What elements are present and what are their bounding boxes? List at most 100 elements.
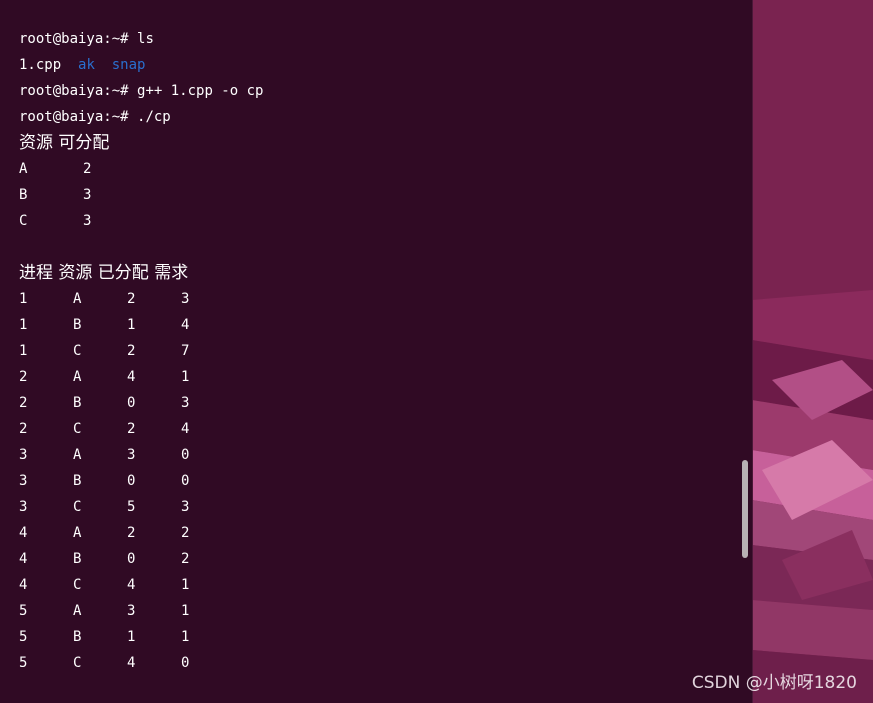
process-allocated: 1 bbox=[127, 317, 136, 333]
process-resource: A bbox=[73, 603, 82, 619]
process-row: 1 B 1 4 bbox=[19, 312, 732, 338]
resource-row: C3 bbox=[19, 208, 732, 234]
process-row: 1 C 2 7 bbox=[19, 338, 732, 364]
process-resource: B bbox=[73, 629, 82, 645]
process-allocated: 0 bbox=[127, 551, 136, 567]
terminal-bottom-edge bbox=[0, 697, 752, 703]
resource-list: A2B3C3 bbox=[19, 156, 732, 234]
wallpaper-art bbox=[752, 0, 873, 703]
prompt: root@baiya:~# bbox=[19, 83, 129, 99]
file-entry: 1.cpp bbox=[19, 57, 62, 73]
process-allocated: 3 bbox=[127, 603, 136, 619]
terminal-window[interactable]: root@baiya:~# ls 1.cpp ak snap root@baiy… bbox=[0, 0, 753, 703]
process-id: 2 bbox=[19, 421, 28, 437]
process-row: 4 C 4 1 bbox=[19, 572, 732, 598]
command-line: root@baiya:~# ls bbox=[19, 26, 732, 52]
process-need: 0 bbox=[181, 447, 190, 463]
process-row: 3 C 5 3 bbox=[19, 494, 732, 520]
process-allocated: 3 bbox=[127, 447, 136, 463]
process-allocated: 4 bbox=[127, 655, 136, 671]
process-need: 3 bbox=[181, 395, 190, 411]
process-resource: C bbox=[73, 655, 82, 671]
process-id: 1 bbox=[19, 317, 28, 333]
process-need: 1 bbox=[181, 629, 190, 645]
process-id: 3 bbox=[19, 499, 28, 515]
watermark: CSDN @小树呀1820 bbox=[691, 673, 857, 693]
resource-header: 资源 可分配 bbox=[19, 133, 110, 153]
process-allocated: 0 bbox=[127, 473, 136, 489]
process-resource: A bbox=[73, 525, 82, 541]
process-resource: C bbox=[73, 499, 82, 515]
process-id: 5 bbox=[19, 629, 28, 645]
process-allocated: 5 bbox=[127, 499, 136, 515]
process-row: 2 C 2 4 bbox=[19, 416, 732, 442]
process-row: 2 B 0 3 bbox=[19, 390, 732, 416]
prompt: root@baiya:~# bbox=[19, 31, 129, 47]
resource-row: B3 bbox=[19, 182, 732, 208]
process-id: 2 bbox=[19, 369, 28, 385]
resource-name: C bbox=[19, 213, 28, 229]
process-id: 3 bbox=[19, 473, 28, 489]
process-table: 1A231B141C272A412B032C243A303B003C534A22… bbox=[19, 286, 732, 676]
directory-entry: snap bbox=[111, 57, 146, 73]
process-id: 3 bbox=[19, 447, 28, 463]
process-resource: A bbox=[73, 291, 82, 307]
process-need: 3 bbox=[181, 291, 190, 307]
process-need: 0 bbox=[181, 473, 190, 489]
command-line: root@baiya:~# ./cp bbox=[19, 104, 732, 130]
process-allocated: 4 bbox=[127, 369, 136, 385]
process-row: 5 C 4 0 bbox=[19, 650, 732, 676]
process-need: 4 bbox=[181, 421, 190, 437]
process-id: 1 bbox=[19, 343, 28, 359]
process-id: 1 bbox=[19, 291, 28, 307]
resource-name: A bbox=[19, 161, 28, 177]
process-resource: C bbox=[73, 343, 82, 359]
process-row: 3 B 0 0 bbox=[19, 468, 732, 494]
process-need: 2 bbox=[181, 525, 190, 541]
terminal-output: root@baiya:~# ls 1.cpp ak snap root@baiy… bbox=[19, 26, 732, 676]
resource-available: 2 bbox=[83, 161, 92, 177]
process-allocated: 4 bbox=[127, 577, 136, 593]
process-id: 4 bbox=[19, 577, 28, 593]
process-row: 2 A 4 1 bbox=[19, 364, 732, 390]
process-need: 1 bbox=[181, 369, 190, 385]
process-need: 7 bbox=[181, 343, 190, 359]
process-row: 4 B 0 2 bbox=[19, 546, 732, 572]
process-allocated: 2 bbox=[127, 291, 136, 307]
command-text: ls bbox=[137, 31, 154, 47]
process-allocated: 0 bbox=[127, 395, 136, 411]
command-text: g++ 1.cpp -o cp bbox=[137, 83, 264, 99]
terminal-scrollbar[interactable] bbox=[742, 460, 748, 558]
process-resource: B bbox=[73, 395, 82, 411]
process-allocated: 1 bbox=[127, 629, 136, 645]
resource-available: 3 bbox=[83, 187, 92, 203]
process-resource: B bbox=[73, 317, 82, 333]
process-need: 3 bbox=[181, 499, 190, 515]
process-id: 2 bbox=[19, 395, 28, 411]
directory-entry: ak bbox=[78, 57, 95, 73]
process-resource: C bbox=[73, 421, 82, 437]
resource-row: A2 bbox=[19, 156, 732, 182]
process-need: 1 bbox=[181, 577, 190, 593]
process-resource: B bbox=[73, 551, 82, 567]
process-resource: A bbox=[73, 447, 82, 463]
process-allocated: 2 bbox=[127, 343, 136, 359]
process-need: 1 bbox=[181, 603, 190, 619]
resource-name: B bbox=[19, 187, 28, 203]
process-id: 4 bbox=[19, 551, 28, 567]
process-id: 4 bbox=[19, 525, 28, 541]
process-need: 0 bbox=[181, 655, 190, 671]
process-row: 5 A 3 1 bbox=[19, 598, 732, 624]
process-id: 5 bbox=[19, 655, 28, 671]
resource-available: 3 bbox=[83, 213, 92, 229]
process-resource: B bbox=[73, 473, 82, 489]
process-resource: A bbox=[73, 369, 82, 385]
process-row: 3 A 3 0 bbox=[19, 442, 732, 468]
process-allocated: 2 bbox=[127, 525, 136, 541]
process-id: 5 bbox=[19, 603, 28, 619]
process-header: 进程 资源 已分配 需求 bbox=[19, 263, 189, 283]
process-need: 2 bbox=[181, 551, 190, 567]
prompt: root@baiya:~# bbox=[19, 109, 129, 125]
process-need: 4 bbox=[181, 317, 190, 333]
